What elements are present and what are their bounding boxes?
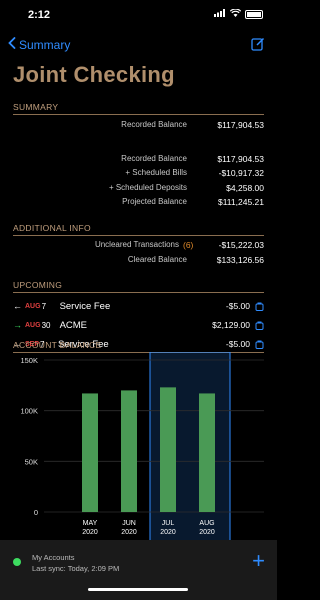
chevron-left-icon: [8, 37, 16, 52]
summary-row-value: -$10,917.32: [218, 168, 264, 178]
upcoming-item[interactable]: → AUG 30 ACME $2,129.00: [13, 318, 264, 332]
account-label[interactable]: My Accounts: [32, 553, 75, 562]
upcoming-item[interactable]: ← AUG 7 Service Fee -$5.00: [13, 299, 264, 313]
balance-bar: [199, 393, 215, 512]
recorded-balance-label: Recorded Balance: [121, 120, 187, 129]
upcoming-day: 7: [41, 301, 47, 311]
y-tick-label: 150K: [20, 356, 38, 365]
upcoming-header: UPCOMING: [13, 280, 264, 293]
upcoming-name: ACME: [59, 319, 88, 331]
home-indicator: [88, 588, 188, 591]
x-tick-label: 2020: [121, 529, 137, 536]
incoming-arrow-icon: →: [13, 320, 22, 330]
back-label: Summary: [19, 37, 71, 52]
schedule-icon: [255, 302, 264, 311]
summary-row-value: $111,245.21: [217, 197, 264, 207]
add-icon[interactable]: +: [252, 550, 265, 572]
status-time: 2:12: [28, 9, 51, 21]
sync-label: Last sync: Today, 2:09 PM: [32, 564, 120, 573]
upcoming-month: AUG: [25, 321, 41, 329]
page-title: Joint Checking: [13, 62, 175, 87]
upcoming-amount: $2,129.00: [212, 320, 250, 330]
battery-icon: [245, 10, 263, 19]
uncleared-value: -$15,222.03: [218, 240, 264, 250]
summary-header: SUMMARY: [13, 102, 264, 115]
x-tick-label: 2020: [82, 529, 98, 536]
x-tick-label: 2020: [160, 529, 176, 536]
cleared-balance-label: Cleared Balance: [127, 255, 187, 264]
upcoming-day: 30: [41, 320, 51, 330]
status-icons: [214, 8, 263, 20]
additional-info-header: ADDITIONAL INFO: [13, 223, 264, 236]
upcoming-amount: -$5.00: [225, 301, 250, 311]
summary-row-value: $4,258.00: [226, 183, 264, 193]
wifi-icon: [229, 8, 242, 20]
schedule-icon: [255, 321, 264, 330]
x-tick-label: JUN: [122, 520, 136, 527]
x-tick-label: AUG: [199, 520, 214, 527]
summary-row-label: Projected Balance: [122, 197, 187, 206]
cleared-balance-value: $133,126.56: [216, 255, 264, 265]
edit-icon[interactable]: [251, 37, 265, 51]
summary-row-label: + Scheduled Bills: [125, 168, 187, 177]
x-tick-label: 2020: [199, 529, 215, 536]
recorded-balance-value: $117,904.53: [217, 120, 264, 130]
y-tick-label: 50K: [25, 457, 38, 466]
balance-bar: [121, 390, 137, 512]
notch: [68, 0, 209, 24]
signal-icon: [214, 9, 226, 20]
outgoing-arrow-icon: ←: [13, 301, 22, 311]
y-tick-label: 0: [34, 508, 38, 517]
summary-row-value: $117,904.53: [217, 154, 264, 164]
upcoming-month: AUG: [25, 302, 41, 310]
uncleared-label[interactable]: Uncleared Transactions: [12, 240, 179, 249]
x-tick-label: JUL: [162, 520, 175, 527]
summary-row-label: Recorded Balance: [121, 154, 187, 163]
upcoming-name: Service Fee: [59, 300, 111, 312]
balance-bar: [160, 387, 176, 512]
account-balance-chart[interactable]: 150K 100K 50K 0 MAY 2020 JUN 2020 JUL 2020 AUG 2020: [0, 352, 277, 542]
summary-row-label: + Scheduled Deposits: [108, 183, 187, 192]
sync-status-dot: [13, 558, 21, 566]
y-tick-label: 100K: [20, 407, 38, 416]
balance-bar: [82, 393, 98, 512]
x-tick-label: MAY: [83, 520, 98, 527]
back-button[interactable]: Summary: [8, 37, 70, 52]
